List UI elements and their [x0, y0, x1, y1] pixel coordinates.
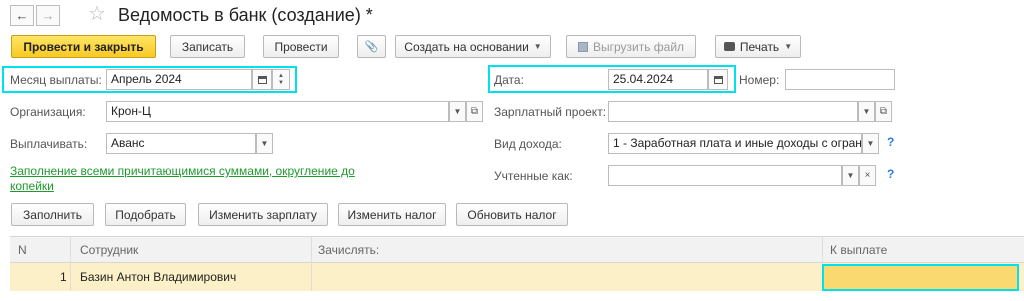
column-header-n[interactable]: N	[18, 243, 27, 257]
open-form-icon: ⧉	[879, 106, 888, 117]
income-type-dropdown-button[interactable]: ▼	[862, 133, 879, 154]
change-salary-button[interactable]: Изменить зарплату	[198, 203, 328, 226]
export-file-button[interactable]: Выгрузить файл	[566, 35, 696, 58]
month-label: Месяц выплаты:	[10, 73, 102, 87]
fill-settings-link[interactable]: Заполнение всеми причитающимися суммами,…	[10, 164, 355, 194]
accounted-dropdown-button[interactable]: ▼	[842, 165, 859, 186]
column-divider	[311, 236, 312, 291]
change-tax-button[interactable]: Изменить налог	[338, 203, 446, 226]
number-input[interactable]	[785, 69, 895, 90]
org-open-button[interactable]: ⧉	[466, 101, 483, 122]
chevron-down-icon: ▼	[862, 107, 871, 116]
row-employee[interactable]: Базин Антон Владимирович	[80, 270, 236, 284]
org-input[interactable]: Крон-Ц	[106, 101, 449, 122]
create-based-on-button[interactable]: Создать на основании ▼	[395, 35, 551, 58]
print-button[interactable]: Печать ▼	[715, 35, 801, 58]
calendar-icon	[713, 75, 723, 84]
star-icon[interactable]: ☆	[88, 3, 106, 25]
org-dropdown-button[interactable]: ▼	[449, 101, 466, 122]
forward-button[interactable]: →	[36, 5, 60, 26]
accounted-input[interactable]	[608, 165, 842, 186]
create-based-on-label: Создать на основании	[404, 39, 529, 54]
arrow-right-icon: →	[41, 8, 55, 23]
accounted-clear-button[interactable]: ×	[859, 165, 876, 186]
column-header-credit[interactable]: Зачислять:	[318, 243, 379, 257]
select-button[interactable]: Подобрать	[105, 203, 186, 226]
date-input[interactable]: 25.04.2024	[608, 69, 708, 90]
spinner-down-icon: ▼	[278, 79, 284, 86]
chevron-down-icon: ▼	[784, 42, 793, 51]
help-icon[interactable]: ?	[887, 167, 894, 181]
salary-project-label: Зарплатный проект:	[494, 105, 607, 119]
chevron-down-icon: ▼	[846, 171, 855, 180]
save-button[interactable]: Записать	[170, 35, 245, 58]
attach-button[interactable]: 📎	[357, 35, 386, 58]
paperclip-icon: 📎	[364, 41, 379, 53]
calendar-button[interactable]	[252, 69, 272, 90]
date-calendar-button[interactable]	[708, 69, 728, 90]
salary-project-open-button[interactable]: ⧉	[875, 101, 892, 122]
salary-project-input[interactable]	[608, 101, 858, 122]
column-header-to-pay[interactable]: К выплате	[830, 243, 887, 257]
clear-icon: ×	[864, 170, 871, 181]
export-file-label: Выгрузить файл	[592, 39, 685, 54]
pay-dropdown-button[interactable]: ▼	[256, 133, 273, 154]
chevron-down-icon: ▼	[453, 107, 462, 116]
month-input[interactable]: Апрель 2024	[106, 69, 252, 90]
column-header-employee[interactable]: Сотрудник	[80, 243, 138, 257]
printer-icon	[723, 42, 735, 51]
accounted-label: Учтенные как:	[494, 169, 573, 183]
income-type-label: Вид дохода:	[494, 137, 562, 151]
help-icon[interactable]: ?	[887, 135, 894, 149]
print-label: Печать	[739, 39, 780, 54]
row-number: 1	[60, 270, 67, 284]
fill-button[interactable]: Заполнить	[11, 203, 94, 226]
export-icon	[577, 41, 588, 52]
post-button[interactable]: Провести	[263, 35, 339, 58]
date-label: Дата:	[494, 73, 524, 87]
calendar-icon	[257, 75, 267, 84]
chevron-down-icon: ▼	[533, 42, 542, 51]
month-spinner[interactable]: ▲ ▼	[272, 69, 290, 90]
fill-link-line2: копейки	[10, 179, 54, 193]
page-title: Ведомость в банк (создание) *	[118, 5, 373, 25]
pay-select[interactable]: Аванс	[106, 133, 256, 154]
update-tax-button[interactable]: Обновить налог	[456, 203, 568, 226]
pay-label: Выплачивать:	[10, 137, 88, 151]
back-button[interactable]: ←	[10, 5, 34, 26]
to-pay-cell[interactable]	[822, 264, 1019, 291]
arrow-left-icon: ←	[15, 8, 29, 23]
chevron-down-icon: ▼	[260, 139, 269, 148]
income-type-select[interactable]: 1 - Заработная плата и иные доходы с огр…	[608, 133, 862, 154]
number-label: Номер:	[739, 73, 780, 87]
column-divider	[70, 236, 71, 291]
salary-project-dropdown-button[interactable]: ▼	[858, 101, 875, 122]
spinner-up-icon: ▲	[278, 72, 284, 79]
post-and-close-button[interactable]: Провести и закрыть	[11, 35, 156, 58]
open-form-icon: ⧉	[470, 106, 479, 117]
org-label: Организация:	[10, 105, 86, 119]
fill-link-line1: Заполнение всеми причитающимися суммами,…	[10, 164, 355, 178]
chevron-down-icon: ▼	[866, 139, 875, 148]
